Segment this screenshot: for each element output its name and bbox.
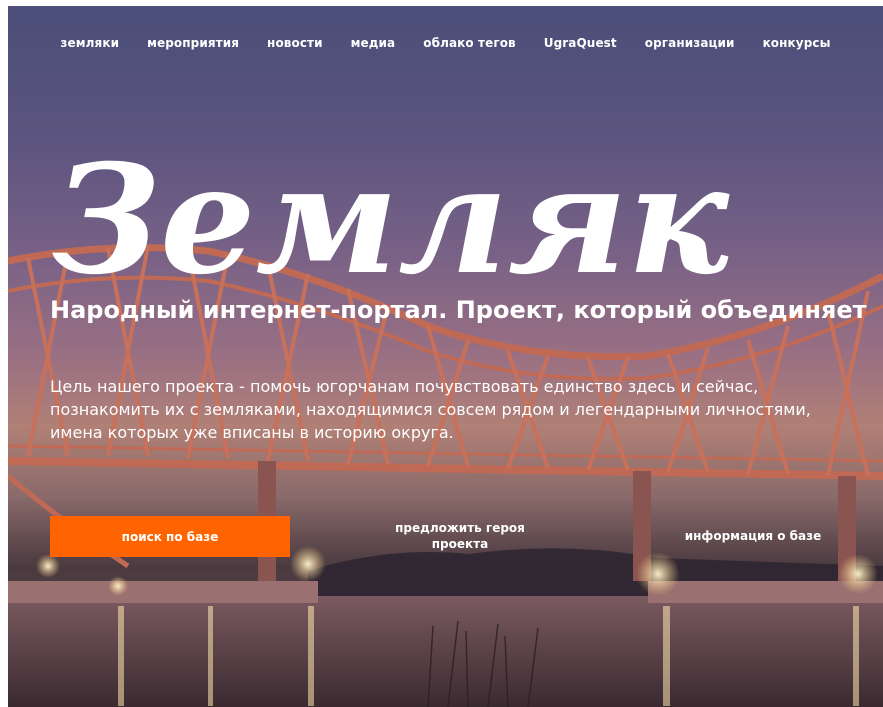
nav-item-zemlyaki[interactable]: земляки <box>60 36 119 50</box>
hero-section: земляки мероприятия новости медиа облако… <box>8 6 883 707</box>
nav-item-ugraquest[interactable]: UgraQuest <box>544 36 617 50</box>
nav-item-news[interactable]: новости <box>267 36 323 50</box>
bridge-background-image <box>8 244 883 707</box>
suggest-hero-link[interactable]: предложить героя проекта <box>380 520 540 552</box>
nav-item-media[interactable]: медиа <box>351 36 396 50</box>
page-frame: земляки мероприятия новости медиа облако… <box>8 6 883 707</box>
logo-text: Земляки <box>52 134 732 294</box>
site-logo: Земляки <box>52 134 732 294</box>
nav-item-contests[interactable]: конкурсы <box>763 36 831 50</box>
main-nav: земляки мероприятия новости медиа облако… <box>8 36 883 50</box>
search-database-button[interactable]: поиск по базе <box>50 516 290 557</box>
hero-headline: Народный интернет-портал. Проект, которы… <box>50 296 867 324</box>
database-info-link[interactable]: информация о базе <box>668 529 838 543</box>
hero-description: Цель нашего проекта - помочь югорчанам п… <box>50 377 811 442</box>
nav-item-tag-cloud[interactable]: облако тегов <box>423 36 515 50</box>
nav-item-organizations[interactable]: организации <box>645 36 735 50</box>
nav-item-events[interactable]: мероприятия <box>147 36 239 50</box>
